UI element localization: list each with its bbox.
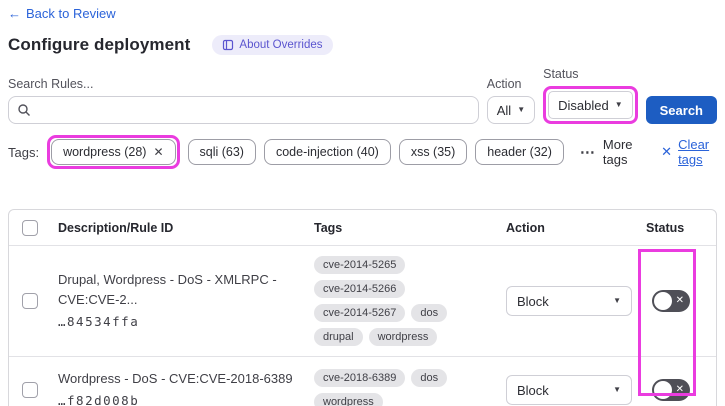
- rule-tag-pill: cve-2014-5266: [314, 280, 406, 298]
- annotation-box-status-filter: Disabled ▼: [543, 86, 638, 124]
- rule-tag-pill: wordpress: [368, 328, 438, 346]
- status-toggle-off[interactable]: ✕: [652, 290, 690, 312]
- close-icon: ✕: [661, 144, 673, 159]
- rule-id: …84534ffa: [58, 314, 140, 330]
- action-select-value: Block: [517, 293, 549, 309]
- tag-chip-xss[interactable]: xss (35): [398, 139, 468, 165]
- configure-deployment-page: ← Back to Review Configure deployment Abo…: [0, 0, 725, 406]
- tag-chip-wordpress[interactable]: wordpress (28) ✕: [51, 139, 176, 165]
- rule-description: Drupal, Wordpress - DoS - XMLRPC - CVE:C…: [58, 272, 277, 307]
- close-icon[interactable]: ✕: [153, 145, 163, 159]
- rule-tags: cve-2014-5265 cve-2014-5266 cve-2014-526…: [306, 246, 498, 356]
- clear-tags-label: Clear tags: [678, 137, 710, 167]
- rule-tag-pill: cve-2014-5265: [314, 256, 406, 274]
- action-filter-dropdown[interactable]: All ▼: [486, 96, 536, 124]
- table-header-row: Description/Rule ID Tags Action Status: [9, 210, 716, 246]
- tag-chip-label: code-injection (40): [275, 145, 379, 159]
- tag-chip-label: sqli (63): [199, 145, 244, 159]
- rule-tags: cve-2018-6389 dos wordpress: [306, 359, 498, 406]
- search-rules-label: Search Rules...: [8, 77, 94, 91]
- search-rules-input[interactable]: [8, 96, 479, 124]
- tag-chip-label: header (32): [487, 145, 552, 159]
- rule-tag-pill: dos: [411, 369, 448, 387]
- toggle-knob: [654, 381, 672, 399]
- column-header-tags: Tags: [314, 220, 343, 235]
- status-toggle-off[interactable]: ✕: [652, 379, 690, 401]
- back-to-review-link[interactable]: ← Back to Review: [8, 6, 116, 21]
- status-filter-dropdown[interactable]: Disabled ▼: [548, 91, 633, 119]
- search-button[interactable]: Search: [645, 96, 717, 124]
- rules-table: Description/Rule ID Tags Action Status D…: [8, 209, 717, 406]
- tag-chip-header[interactable]: header (32): [475, 139, 564, 165]
- rule-tag-pill: wordpress: [314, 393, 383, 406]
- tags-label: Tags:: [8, 144, 40, 160]
- search-icon: [17, 103, 31, 122]
- toggle-x-icon: ✕: [675, 295, 684, 306]
- status-filter-label: Status: [543, 67, 579, 81]
- back-arrow-icon: ←: [8, 6, 21, 21]
- column-header-description: Description/Rule ID: [58, 220, 174, 235]
- chevron-down-icon: ▼: [517, 105, 526, 114]
- page-title: Configure deployment: [8, 35, 191, 54]
- rule-tag-pill: drupal: [314, 328, 363, 346]
- toggle-x-icon: ✕: [675, 384, 684, 395]
- toggle-knob: [654, 292, 672, 310]
- row-checkbox[interactable]: [21, 382, 38, 398]
- rule-id: …f82d008b: [58, 393, 140, 406]
- status-filter-value: Disabled: [558, 97, 609, 113]
- clear-tags-link[interactable]: ✕ Clear tags: [661, 137, 717, 167]
- tag-chip-label: wordpress (28): [63, 145, 147, 159]
- title-row: Configure deployment About Overrides: [8, 35, 717, 55]
- filter-row: Search Rules... Action All ▼ Status Disa…: [8, 67, 717, 124]
- rule-description: Wordpress - DoS - CVE:CVE-2018-6389: [58, 370, 293, 386]
- more-tags-label: More tags: [602, 137, 633, 167]
- column-header-action: Action: [506, 220, 545, 235]
- action-select[interactable]: Block ▼: [506, 286, 632, 316]
- select-all-checkbox[interactable]: [21, 219, 38, 236]
- rule-tag-pill: cve-2014-5267: [314, 304, 406, 322]
- back-link-label: Back to Review: [26, 6, 116, 21]
- chevron-down-icon: ▼: [614, 100, 623, 109]
- about-overrides-label: About Overrides: [239, 39, 323, 51]
- action-filter-label: Action: [486, 77, 522, 91]
- tag-chip-sqli[interactable]: sqli (63): [187, 139, 256, 165]
- ellipsis-icon: ⋯: [579, 144, 596, 161]
- rule-tag-pill: cve-2018-6389: [314, 369, 406, 387]
- tag-chip-label: xss (35): [410, 145, 456, 159]
- table-row: Wordpress - DoS - CVE:CVE-2018-6389 …f82…: [9, 356, 716, 406]
- about-overrides-badge[interactable]: About Overrides: [212, 35, 333, 55]
- action-select-value: Block: [517, 382, 549, 398]
- annotation-box-selected-tag: wordpress (28) ✕: [47, 135, 180, 169]
- more-tags-button[interactable]: ⋯ More tags: [580, 137, 639, 167]
- chevron-down-icon: ▼: [613, 296, 621, 305]
- rule-tag-pill: dos: [411, 304, 448, 322]
- tags-bar: Tags: wordpress (28) ✕ sqli (63) code-in…: [8, 135, 717, 169]
- book-icon: [222, 39, 234, 51]
- column-header-status: Status: [646, 220, 685, 235]
- table-row: Drupal, Wordpress - DoS - XMLRPC - CVE:C…: [9, 246, 716, 356]
- action-filter-value: All: [496, 102, 512, 118]
- row-checkbox[interactable]: [21, 293, 38, 309]
- tag-chip-code-injection[interactable]: code-injection (40): [263, 139, 391, 165]
- action-select[interactable]: Block ▼: [506, 375, 632, 405]
- chevron-down-icon: ▼: [613, 385, 621, 394]
